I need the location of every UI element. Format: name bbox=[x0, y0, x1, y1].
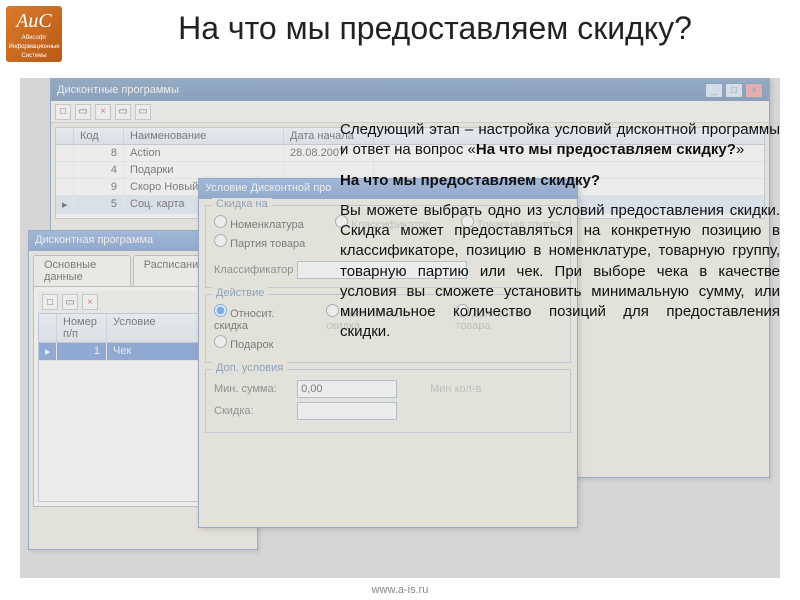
radio-batch[interactable]: Партия товара bbox=[214, 234, 305, 250]
group-action-title: Действие bbox=[212, 287, 268, 299]
classifier-label: Классификатор bbox=[214, 264, 294, 276]
discount-input[interactable] bbox=[297, 402, 397, 420]
explain-body: Вы можете выбрать одно из условий предос… bbox=[340, 201, 780, 343]
col-code[interactable]: Код bbox=[74, 128, 124, 144]
minimize-button[interactable]: _ bbox=[705, 83, 723, 98]
radio-gift[interactable]: Подарок bbox=[214, 335, 306, 351]
group-discount-on-title: Скидка на bbox=[212, 198, 272, 210]
main-titlebar[interactable]: Дисконтные программы _ □ × bbox=[51, 79, 769, 101]
min-sum-label: Мин. сумма: bbox=[214, 383, 294, 395]
new-icon[interactable]: □ bbox=[55, 104, 71, 120]
discount-label: Скидка: bbox=[214, 405, 294, 417]
col-name[interactable]: Наименование bbox=[124, 128, 284, 144]
delete-icon[interactable]: × bbox=[95, 104, 111, 120]
copy-icon[interactable]: ▭ bbox=[115, 104, 131, 120]
main-window-title: Дисконтные программы bbox=[57, 84, 179, 96]
footer-link: www.a-is.ru bbox=[0, 584, 800, 596]
open-icon[interactable]: ▭ bbox=[62, 294, 78, 310]
tab-main-data[interactable]: Основные данные bbox=[33, 255, 131, 286]
group-extra-title: Доп. условия bbox=[212, 362, 287, 374]
grid-handle-col bbox=[56, 128, 74, 144]
group-extra-conditions: Доп. условия Мин. сумма: Мин кол-в Скидк… bbox=[205, 369, 571, 433]
delete-icon[interactable]: × bbox=[82, 294, 98, 310]
radio-nomenclature[interactable]: Номенклатура bbox=[214, 215, 305, 231]
open-icon[interactable]: ▭ bbox=[75, 104, 91, 120]
slide-title: На что мы предоставляем скидку? bbox=[90, 10, 780, 47]
close-button[interactable]: × bbox=[745, 83, 763, 98]
logo: АиС Абисофт Информационные Системы bbox=[6, 6, 62, 62]
new-icon[interactable]: □ bbox=[42, 294, 58, 310]
logo-text: АиС bbox=[6, 10, 62, 33]
maximize-button[interactable]: □ bbox=[725, 83, 743, 98]
explain-heading: На что мы предоставляем скидку? bbox=[340, 172, 600, 189]
print-icon[interactable]: ▭ bbox=[135, 104, 151, 120]
col-num[interactable]: Номер п/п bbox=[57, 314, 107, 342]
min-count-label: Мин кол-в bbox=[430, 383, 481, 395]
explanation-text: Следующий этап – настройка условий диско… bbox=[340, 120, 780, 353]
min-sum-input[interactable] bbox=[297, 380, 397, 398]
radio-relative-discount[interactable]: Относит. скидка bbox=[214, 304, 306, 332]
